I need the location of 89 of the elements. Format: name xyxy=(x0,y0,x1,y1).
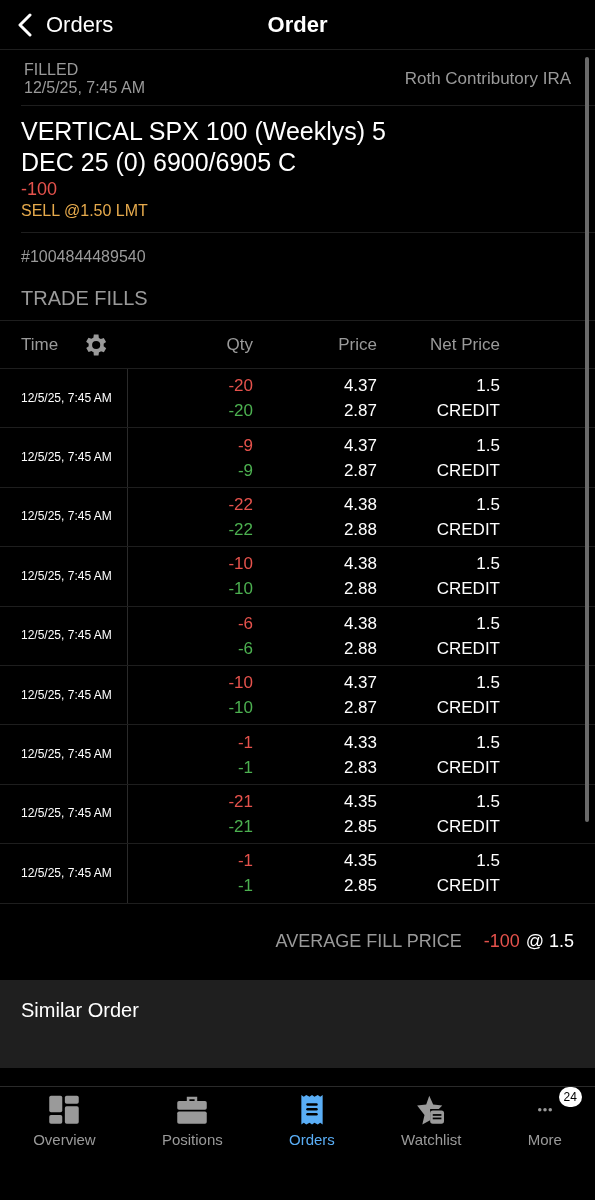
account-name: Roth Contributory IRA xyxy=(404,68,571,91)
net-price: 1.5 xyxy=(476,493,500,516)
order-instruction: SELL @1.50 LMT xyxy=(21,201,149,221)
fill-quantity: -1 xyxy=(237,850,253,873)
net-price-type: CREDIT xyxy=(436,697,500,720)
fill-time: 12/5/25, 7:45 AM xyxy=(21,508,112,526)
fill-price: 4.38 xyxy=(343,493,377,516)
fill-time: 12/5/25, 7:45 AM xyxy=(21,864,112,882)
fill-quantity: -1 xyxy=(237,756,253,779)
fill-quantity: -20 xyxy=(228,400,253,423)
net-price: 1.5 xyxy=(476,375,500,398)
order-status: FILLED xyxy=(24,61,80,79)
fill-price: 4.38 xyxy=(343,553,377,576)
net-price: 1.5 xyxy=(476,850,500,873)
fill-time: 12/5/25, 7:45 AM xyxy=(21,449,112,467)
fill-price: 2.88 xyxy=(343,518,377,541)
fill-time: 12/5/25, 7:45 AM xyxy=(21,567,112,585)
net-price-type: CREDIT xyxy=(436,400,500,423)
net-price-type: CREDIT xyxy=(436,518,500,541)
fill-price: 4.37 xyxy=(343,434,377,457)
fill-quantity: -22 xyxy=(228,518,253,541)
fill-quantity: -22 xyxy=(228,493,253,516)
page-title: Order xyxy=(267,12,328,37)
fill-quantity: -10 xyxy=(228,672,253,695)
tab-item[interactable]: Watchlist xyxy=(368,1095,495,1151)
fill-time: 12/5/25, 7:45 AM xyxy=(21,805,112,823)
net-price: 1.5 xyxy=(476,612,500,635)
net-price-type: CREDIT xyxy=(436,756,500,779)
fill-price: 2.85 xyxy=(343,815,377,838)
tab-item[interactable]: Overview xyxy=(0,1095,129,1151)
fill-price: 2.88 xyxy=(343,637,377,660)
net-price: 1.5 xyxy=(476,731,500,754)
fill-quantity: -6 xyxy=(237,637,253,660)
fill-price: 4.38 xyxy=(343,612,377,635)
section-title: TRADE FILLS xyxy=(20,286,149,311)
fill-price: 4.35 xyxy=(343,790,377,813)
fill-time: 12/5/25, 7:45 AM xyxy=(21,627,112,645)
average-fill-price: @ 1.5 xyxy=(525,930,574,953)
tab-item[interactable]: Orders xyxy=(255,1095,368,1151)
fill-quantity: -20 xyxy=(228,375,253,398)
net-price: 1.5 xyxy=(476,553,500,576)
fill-quantity: -21 xyxy=(228,815,253,838)
fill-price: 4.37 xyxy=(343,375,377,398)
column-header: Price xyxy=(338,334,377,354)
scrollbar[interactable] xyxy=(585,57,589,822)
action-item[interactable]: Similar Order xyxy=(0,979,595,1040)
fill-quantity: -10 xyxy=(228,697,253,720)
fill-quantity: -9 xyxy=(237,434,253,457)
chevron-left-icon xyxy=(18,12,32,37)
fill-price: 2.83 xyxy=(343,756,377,779)
average-fill-label: AVERAGE FILL PRICE xyxy=(275,930,462,953)
net-price-type: CREDIT xyxy=(436,459,500,482)
fill-price: 4.37 xyxy=(343,672,377,695)
net-price-type: CREDIT xyxy=(436,637,500,660)
fill-quantity: -1 xyxy=(237,875,253,898)
fill-price: 2.87 xyxy=(343,459,377,482)
column-header: Time xyxy=(21,333,59,356)
fill-quantity: -9 xyxy=(237,459,253,482)
back-button[interactable]: Orders xyxy=(0,7,120,42)
column-header: Net Price xyxy=(430,334,500,354)
fill-price: 2.87 xyxy=(343,697,377,720)
notification-count: 24 xyxy=(558,1087,582,1107)
fill-time: 12/5/25, 7:45 AM xyxy=(21,686,112,704)
fill-price: 2.85 xyxy=(343,875,377,898)
fill-price: 2.88 xyxy=(343,578,377,601)
receipt-icon xyxy=(298,1095,325,1125)
order-quantity: -100 xyxy=(21,178,59,200)
fill-time: 12/5/25, 7:45 AM xyxy=(21,746,112,764)
net-price: 1.5 xyxy=(476,434,500,457)
net-price-type: CREDIT xyxy=(436,815,500,838)
order-description: VERTICAL SPX 100 (Weeklys) 5 DEC 25 (0) 6900/6905 C xyxy=(21,116,387,178)
fill-quantity: -21 xyxy=(228,790,253,813)
fill-price: 4.35 xyxy=(343,850,377,873)
average-fill-quantity: -100 xyxy=(483,930,520,953)
fill-time: 12/5/25, 7:45 AM xyxy=(21,389,112,407)
fill-price: 2.87 xyxy=(343,400,377,423)
tab-item[interactable]: Positions xyxy=(128,1095,256,1151)
net-price-type: CREDIT xyxy=(436,875,500,898)
fill-quantity: -10 xyxy=(228,553,253,576)
order-time: 12/5/25, 7:45 AM xyxy=(24,79,145,97)
net-price-type: CREDIT xyxy=(436,578,500,601)
fill-quantity: -1 xyxy=(237,731,253,754)
column-header: Qty xyxy=(226,334,253,354)
order-number: #1004844489540 xyxy=(20,247,147,267)
fill-quantity: -6 xyxy=(237,612,253,635)
fill-quantity: -10 xyxy=(228,578,253,601)
net-price: 1.5 xyxy=(476,672,500,695)
net-price: 1.5 xyxy=(476,790,500,813)
fill-price: 4.33 xyxy=(343,731,377,754)
